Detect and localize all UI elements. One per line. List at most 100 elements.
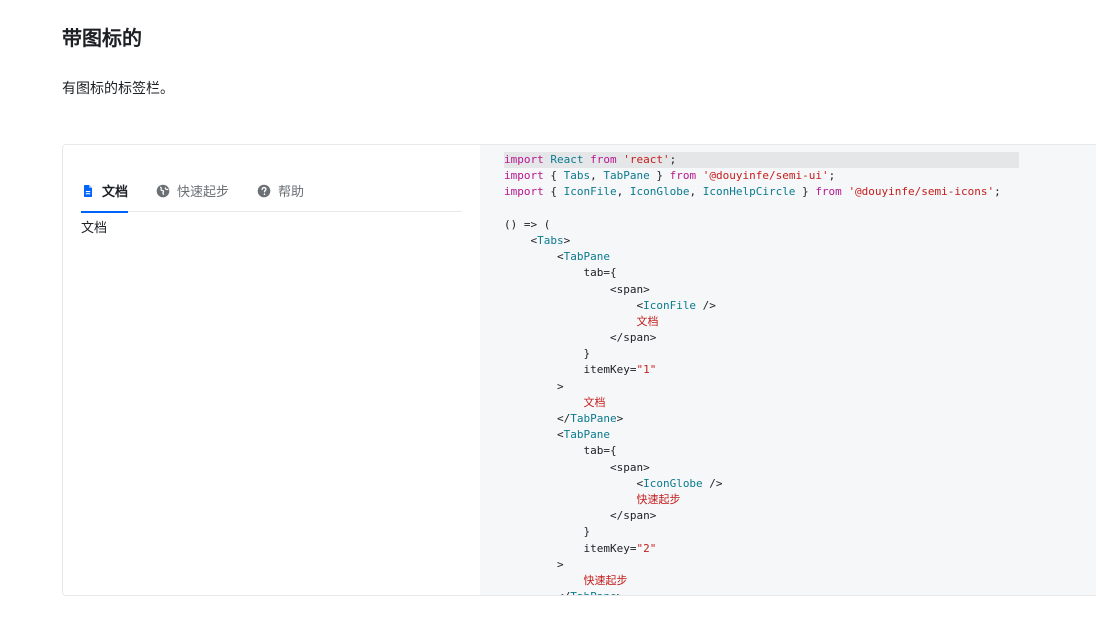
code-line: <span> bbox=[504, 460, 1019, 476]
code-token: </span> bbox=[504, 509, 657, 523]
code-token: } bbox=[504, 525, 591, 539]
code-token: IconHelpCircle bbox=[702, 185, 796, 199]
code-token: > bbox=[504, 379, 564, 393]
code-token: tab={ bbox=[504, 444, 617, 458]
code-token: > bbox=[617, 590, 624, 595]
code-token: from bbox=[590, 153, 617, 166]
code-token: IconFile bbox=[563, 185, 617, 199]
code-token: } bbox=[649, 169, 670, 183]
code-token: 快速起步 bbox=[636, 492, 681, 506]
code-token: () => ( bbox=[504, 217, 551, 231]
code-token: TabPane bbox=[603, 169, 650, 183]
code-token: React bbox=[550, 153, 584, 166]
code-token: , bbox=[616, 185, 630, 199]
code-token: import bbox=[504, 185, 544, 199]
code-lines: import React from 'react'; import { Tabs,… bbox=[504, 152, 1019, 595]
code-line: import { Tabs, TabPane } from '@douyinfe… bbox=[504, 168, 1019, 184]
code-token: </span> bbox=[504, 331, 657, 345]
code-token: import bbox=[504, 169, 544, 183]
code-line: tab={ bbox=[504, 443, 1019, 459]
code-token: TabPane bbox=[570, 590, 616, 595]
code-token: itemKey= bbox=[504, 363, 637, 377]
code-token: < bbox=[504, 233, 538, 247]
code-line: import { IconFile, IconGlobe, IconHelpCi… bbox=[504, 184, 1019, 200]
section-title: 带图标的 bbox=[62, 26, 142, 50]
code-token: < bbox=[504, 428, 564, 442]
code-token: IconGlobe bbox=[629, 185, 690, 199]
code-line: tab={ bbox=[504, 265, 1019, 281]
tab-quick-start[interactable]: 快速起步 bbox=[156, 169, 229, 212]
code-line: <Tabs> bbox=[504, 233, 1019, 249]
code-token: { bbox=[543, 185, 564, 199]
code-token: 'react' bbox=[623, 153, 670, 166]
code-token: > bbox=[616, 412, 624, 425]
code-line: > bbox=[504, 557, 1019, 573]
globe-icon bbox=[156, 184, 170, 198]
code-line: 文档 bbox=[504, 395, 1019, 411]
code-line: <TabPane bbox=[504, 427, 1019, 443]
demo-card: 文档 快速起步 帮助 文档 import React from 'react';… bbox=[62, 144, 1096, 596]
help-circle-icon bbox=[257, 184, 271, 198]
tab-help-label: 帮助 bbox=[278, 185, 305, 200]
code-token: > bbox=[504, 557, 564, 571]
code-token: TabPane bbox=[563, 250, 610, 264]
code-line: 快速起步 bbox=[504, 492, 1019, 508]
code-line: } bbox=[504, 524, 1019, 540]
code-line: itemKey="1" bbox=[504, 362, 1019, 378]
code-token: '@douyinfe/semi-icons' bbox=[848, 185, 995, 199]
code-token: IconFile bbox=[643, 298, 697, 312]
code-token: TabPane bbox=[563, 428, 610, 442]
code-token: ; bbox=[669, 153, 677, 166]
code-line: 快速起步 bbox=[504, 573, 1019, 589]
code-token: <span> bbox=[504, 460, 650, 474]
code-token: 文档 bbox=[583, 395, 606, 409]
code-token: Tabs bbox=[537, 233, 564, 247]
code-token: < bbox=[504, 250, 564, 264]
code-token: , bbox=[590, 169, 604, 183]
code-token: "2" bbox=[636, 541, 657, 555]
code-line: } bbox=[504, 346, 1019, 362]
code-block[interactable]: import React from 'react'; import { Tabs,… bbox=[480, 145, 1096, 595]
code-token: < bbox=[504, 298, 644, 312]
code-token: <span> bbox=[504, 282, 650, 296]
code-token: } bbox=[795, 185, 816, 199]
code-line: 文档 bbox=[504, 314, 1019, 330]
tab-docs[interactable]: 文档 bbox=[81, 169, 129, 213]
code-token: Tabs bbox=[563, 169, 591, 183]
code-token: </ bbox=[504, 590, 570, 595]
code-line: </span> bbox=[504, 508, 1019, 524]
code-token: '@douyinfe/semi-ui' bbox=[702, 169, 829, 183]
code-token: tab={ bbox=[504, 266, 617, 280]
tab-help[interactable]: 帮助 bbox=[257, 169, 304, 212]
code-token: 快速起步 bbox=[583, 573, 628, 587]
code-token: IconGlobe bbox=[643, 476, 703, 490]
code-token: } bbox=[504, 347, 591, 361]
section-description: 有图标的标签栏。 bbox=[62, 81, 174, 97]
code-token: < bbox=[504, 476, 644, 490]
code-line: </TabPane> bbox=[504, 411, 1019, 427]
code-token: "1" bbox=[636, 363, 657, 377]
code-token: /> bbox=[702, 476, 723, 490]
code-token: ; bbox=[994, 185, 1001, 199]
tab-pane-content: 文档 bbox=[81, 221, 108, 236]
code-token: 文档 bbox=[636, 314, 659, 328]
tab-bar: 文档 快速起步 帮助 bbox=[81, 169, 462, 213]
code-token: itemKey= bbox=[504, 541, 637, 555]
code-token: TabPane bbox=[570, 412, 617, 425]
code-line: </TabPane> bbox=[504, 589, 1019, 595]
code-token: > bbox=[563, 233, 571, 247]
code-token: , bbox=[689, 185, 703, 199]
tab-quick-start-label: 快速起步 bbox=[177, 185, 230, 200]
code-line: itemKey="2" bbox=[504, 541, 1019, 557]
code-line: </span> bbox=[504, 330, 1019, 346]
code-line: <IconGlobe /> bbox=[504, 476, 1019, 492]
code-token: from bbox=[815, 185, 842, 199]
code-token: </ bbox=[504, 412, 571, 425]
tab-docs-label: 文档 bbox=[102, 185, 129, 200]
code-line: > bbox=[504, 379, 1019, 395]
